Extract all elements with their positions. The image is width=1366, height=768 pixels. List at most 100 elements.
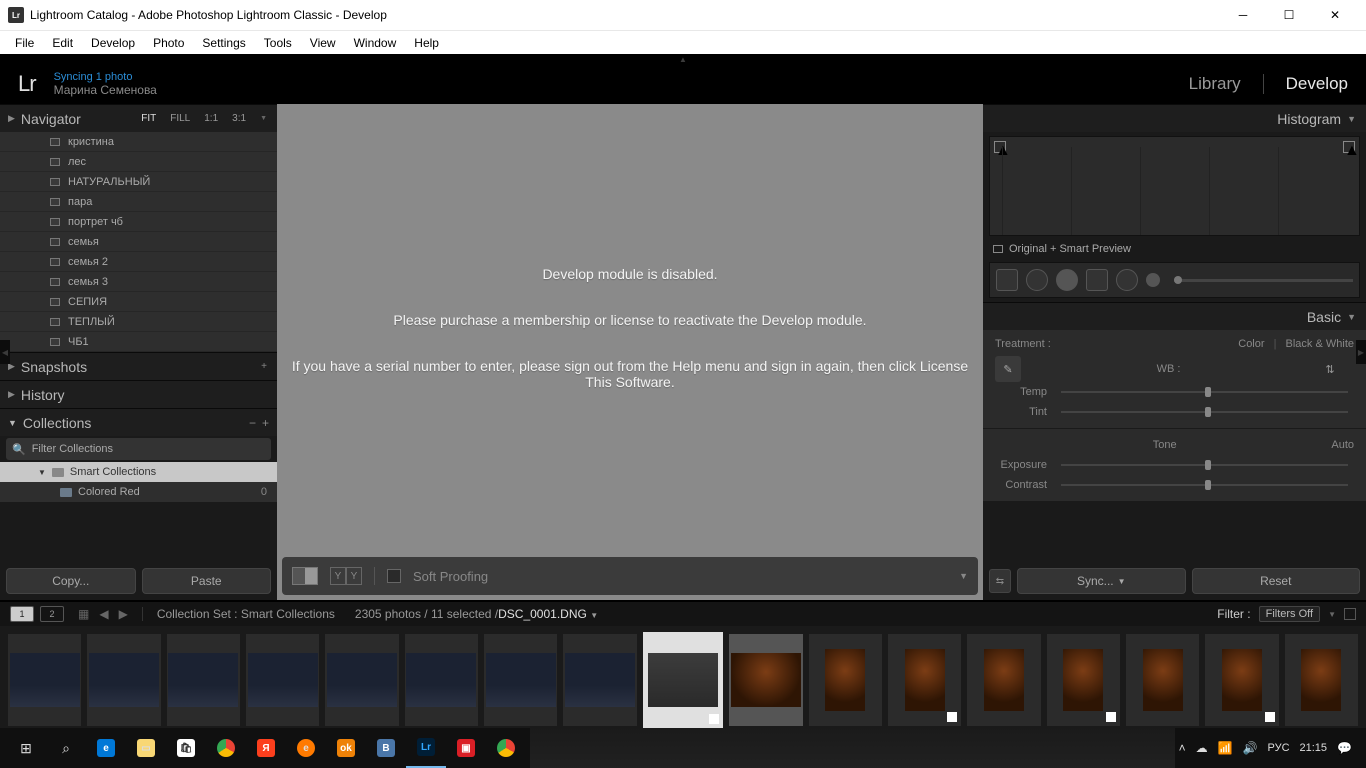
taskbar-edge[interactable]: e: [86, 728, 126, 768]
folder-row[interactable]: пара: [0, 192, 277, 212]
menu-file[interactable]: File: [6, 32, 43, 54]
wb-dropdown[interactable]: ⇅: [1306, 363, 1354, 376]
taskbar-chrome[interactable]: [206, 728, 246, 768]
menu-edit[interactable]: Edit: [43, 32, 82, 54]
thumbnail[interactable]: [167, 634, 240, 726]
taskbar-chrome2[interactable]: [486, 728, 526, 768]
menu-help[interactable]: Help: [405, 32, 448, 54]
right-panel-grip[interactable]: ▶: [1356, 340, 1366, 364]
collection-colored-red[interactable]: Colored Red 0: [0, 482, 277, 502]
nav-fwd-icon[interactable]: ▶: [119, 607, 128, 621]
histogram-display[interactable]: ▲ ▲: [989, 136, 1360, 236]
sync-button[interactable]: Sync...▼: [1017, 568, 1186, 594]
plus-icon[interactable]: +: [262, 416, 269, 430]
filter-collections-input[interactable]: 🔍 Filter Collections: [6, 438, 271, 460]
thumbnail[interactable]: [1205, 634, 1278, 726]
crop-tool[interactable]: [996, 269, 1018, 291]
copy-button[interactable]: Copy...: [6, 568, 136, 594]
basic-header[interactable]: Basic ▼: [983, 302, 1366, 330]
temp-slider[interactable]: [1061, 391, 1348, 393]
thumbnail[interactable]: [405, 634, 478, 726]
nav-back-icon[interactable]: ◀: [99, 607, 108, 621]
thumbnail[interactable]: [8, 634, 81, 726]
wifi-icon[interactable]: 📶: [1218, 741, 1233, 755]
taskbar-explorer[interactable]: ▭: [126, 728, 166, 768]
module-library[interactable]: Library: [1189, 74, 1241, 94]
filter-dropdown[interactable]: Filters Off: [1259, 606, 1320, 622]
radial-tool[interactable]: [1116, 269, 1138, 291]
filter-lock-icon[interactable]: [1344, 608, 1356, 620]
left-panel-grip[interactable]: ◀: [0, 340, 10, 364]
snapshots-header[interactable]: ▶ Snapshots +: [0, 352, 277, 380]
taskbar-cc[interactable]: ▣: [446, 728, 486, 768]
start-button[interactable]: ⊞: [6, 728, 46, 768]
thumbnail[interactable]: [888, 634, 961, 726]
module-develop[interactable]: Develop: [1286, 74, 1348, 94]
grid-icon[interactable]: ▦: [78, 607, 89, 621]
thumbnail[interactable]: [967, 634, 1040, 726]
system-tray[interactable]: ˄ ☁ 📶 🔊 РУС 21:15 💬: [1179, 741, 1360, 755]
collection-smart-collections[interactable]: ▼ Smart Collections: [0, 462, 277, 482]
folder-row[interactable]: СЕПИЯ: [0, 292, 277, 312]
secondary-monitor[interactable]: 1 2: [10, 606, 64, 622]
toolbar-dropdown-icon[interactable]: ▼: [959, 571, 968, 581]
menu-photo[interactable]: Photo: [144, 32, 193, 54]
thumbnail[interactable]: [563, 634, 636, 726]
thumbnail[interactable]: [1285, 634, 1358, 726]
thumbnail[interactable]: [246, 634, 319, 726]
cloud-icon[interactable]: ☁: [1196, 741, 1208, 755]
sync-status[interactable]: Syncing 1 photo: [54, 71, 157, 83]
exposure-slider[interactable]: [1061, 464, 1348, 466]
menu-view[interactable]: View: [301, 32, 345, 54]
taskbar-app[interactable]: e: [286, 728, 326, 768]
taskbar-vk[interactable]: B: [366, 728, 406, 768]
folder-row[interactable]: кристина: [0, 132, 277, 152]
taskbar-store[interactable]: 🛍: [166, 728, 206, 768]
thumbnail[interactable]: [1126, 634, 1199, 726]
before-after-toggle[interactable]: YY: [330, 567, 362, 585]
contrast-slider[interactable]: [1061, 484, 1348, 486]
switch-button[interactable]: ⇆: [989, 569, 1011, 593]
redeye-tool[interactable]: [1056, 269, 1078, 291]
thumbnail[interactable]: [809, 634, 882, 726]
wb-eyedropper-icon[interactable]: ✎: [995, 356, 1021, 382]
taskbar-ok[interactable]: ok: [326, 728, 366, 768]
volume-icon[interactable]: 🔊: [1243, 741, 1258, 755]
brush-tool[interactable]: [1146, 273, 1160, 287]
search-button[interactable]: ⌕: [46, 728, 86, 768]
filmstrip[interactable]: [0, 626, 1366, 730]
navigator-header[interactable]: ▶ Navigator FIT FILL 1:1 3:1 ▼: [0, 104, 277, 132]
monitor-2[interactable]: 2: [40, 606, 64, 622]
folder-row[interactable]: семья: [0, 232, 277, 252]
menu-window[interactable]: Window: [345, 32, 406, 54]
folder-row[interactable]: портрет чб: [0, 212, 277, 232]
loupe-view-toggle[interactable]: [292, 567, 318, 585]
reset-button[interactable]: Reset: [1192, 568, 1361, 594]
minimize-button[interactable]: ─: [1220, 0, 1266, 30]
taskbar-yandex[interactable]: Я: [246, 728, 286, 768]
keyboard-lang[interactable]: РУС: [1267, 742, 1289, 754]
filter-dropdown-icon[interactable]: ▼: [1328, 610, 1336, 619]
thumbnail[interactable]: [325, 634, 398, 726]
tray-chevron-icon[interactable]: ˄: [1179, 741, 1186, 755]
spot-tool[interactable]: [1026, 269, 1048, 291]
folder-row[interactable]: лес: [0, 152, 277, 172]
menu-settings[interactable]: Settings: [193, 32, 254, 54]
paste-button[interactable]: Paste: [142, 568, 272, 594]
thumbnail[interactable]: [484, 634, 557, 726]
taskbar-lightroom[interactable]: Lr: [406, 728, 446, 768]
folder-row[interactable]: НАТУРАЛЬНЫЙ: [0, 172, 277, 192]
soft-proof-checkbox[interactable]: [387, 569, 401, 583]
auto-tone-button[interactable]: Auto: [1331, 439, 1354, 451]
maximize-button[interactable]: ☐: [1266, 0, 1312, 30]
minus-icon[interactable]: −: [249, 416, 256, 430]
thumbnail[interactable]: [1047, 634, 1120, 726]
preview-source[interactable]: Original + Smart Preview: [983, 240, 1366, 258]
folder-row[interactable]: ТЕПЛЫЙ: [0, 312, 277, 332]
monitor-1[interactable]: 1: [10, 606, 34, 622]
menu-develop[interactable]: Develop: [82, 32, 144, 54]
histogram-header[interactable]: Histogram ▼: [983, 104, 1366, 132]
folder-row[interactable]: семья 2: [0, 252, 277, 272]
tint-slider[interactable]: [1061, 411, 1348, 413]
clock[interactable]: 21:15: [1300, 742, 1328, 754]
